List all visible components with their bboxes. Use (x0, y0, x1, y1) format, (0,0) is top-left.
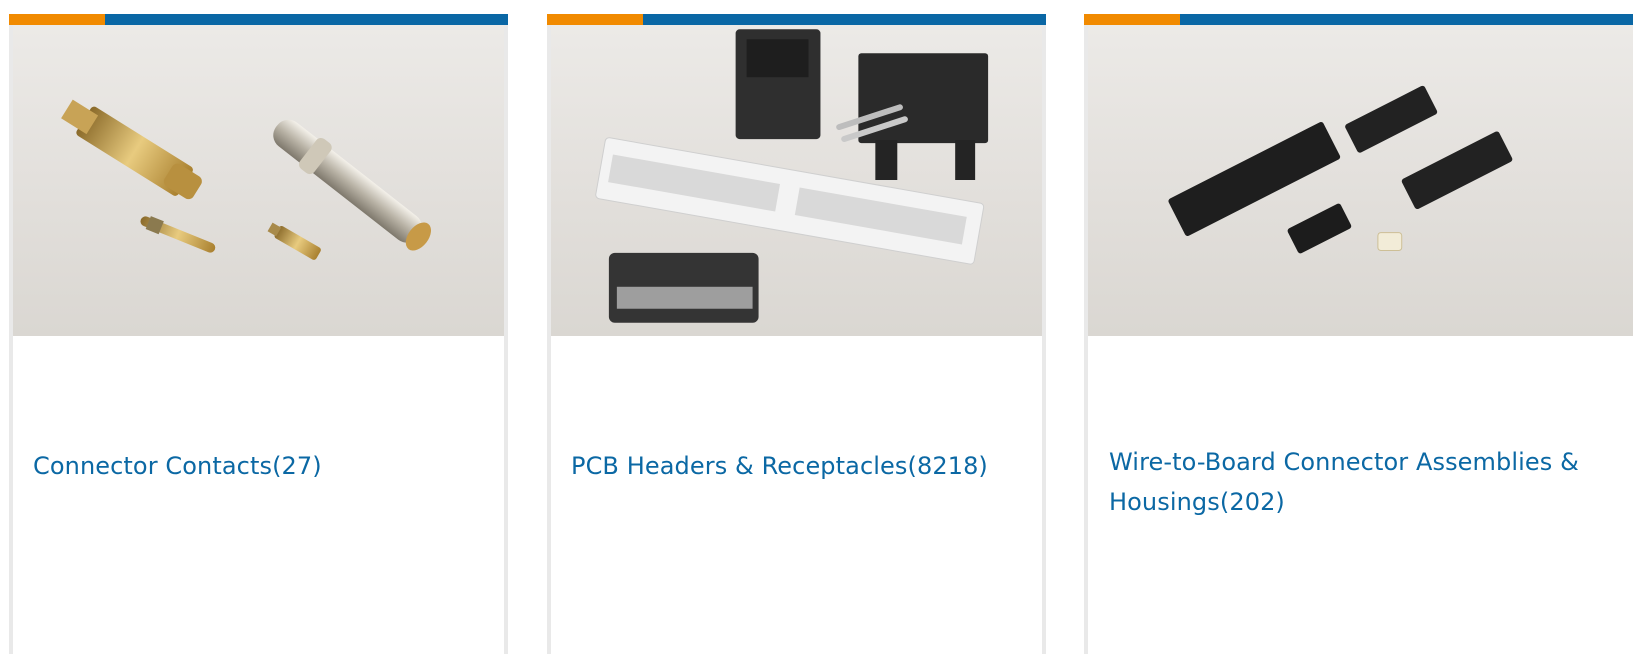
category-link-label[interactable]: Wire-to-Board Connector Assemblies & Hou… (1109, 442, 1620, 522)
category-card-pcb-headers[interactable]: PCB Headers & Receptacles(8218) (547, 14, 1046, 654)
card-top-orange-accent (9, 14, 105, 25)
category-card-wire-to-board[interactable]: Wire-to-Board Connector Assemblies & Hou… (1084, 14, 1633, 654)
wire-to-board-image[interactable] (1088, 25, 1633, 336)
card-top-orange-accent (1084, 14, 1180, 25)
category-link-label[interactable]: Connector Contacts(27) (33, 446, 490, 486)
category-grid: Connector Contacts(27) PCB Headers & Rec… (0, 0, 1633, 654)
category-link-label[interactable]: PCB Headers & Receptacles(8218) (571, 446, 1028, 486)
card-top-accent-bar (547, 14, 1046, 25)
gold-contacts-illustration (61, 99, 431, 260)
housings-illustration (1168, 85, 1513, 254)
card-top-orange-accent (547, 14, 643, 25)
card-top-accent-bar (9, 14, 508, 25)
pcb-headers-illustration (595, 29, 989, 323)
connector-contacts-image[interactable] (13, 25, 504, 336)
category-card-connector-contacts[interactable]: Connector Contacts(27) (9, 14, 508, 654)
card-top-accent-bar (1084, 14, 1633, 25)
pcb-headers-image[interactable] (551, 25, 1042, 336)
